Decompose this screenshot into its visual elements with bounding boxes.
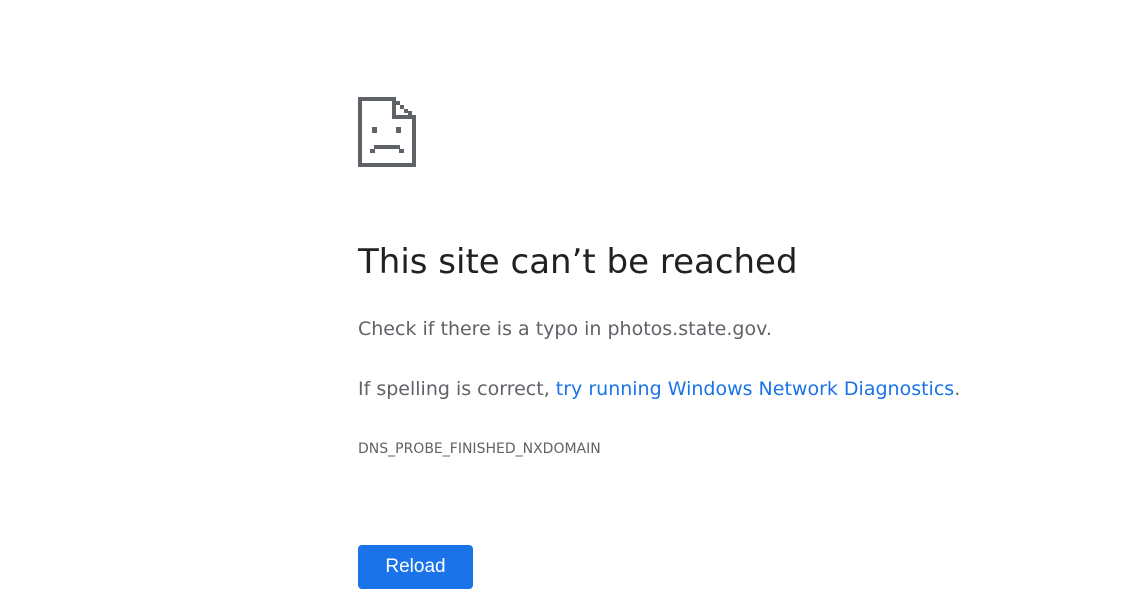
sad-page-icon bbox=[358, 97, 416, 167]
typo-message: Check if there is a typo in photos.state… bbox=[358, 318, 772, 340]
diagnostics-message: If spelling is correct, try running Wind… bbox=[358, 376, 960, 402]
diagnostics-prefix: If spelling is correct, bbox=[358, 378, 556, 400]
diagnostics-link[interactable]: try running Windows Network Diagnostics bbox=[556, 378, 954, 400]
page-title: This site can’t be reached bbox=[358, 242, 798, 282]
reload-button[interactable]: Reload bbox=[358, 545, 473, 589]
diagnostics-suffix: . bbox=[954, 378, 961, 400]
error-code: DNS_PROBE_FINISHED_NXDOMAIN bbox=[358, 441, 601, 457]
